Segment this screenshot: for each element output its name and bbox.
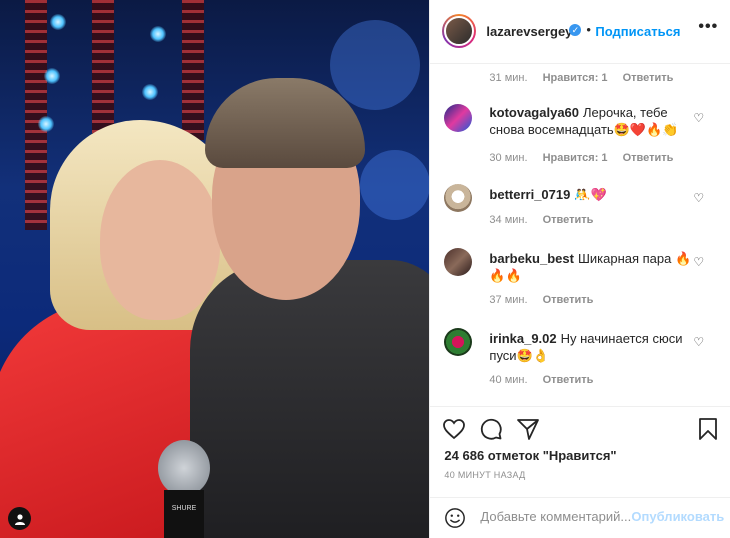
stage-light: [142, 84, 158, 100]
background-bokeh: [360, 150, 430, 220]
stage-truss: [182, 0, 204, 140]
commenter-avatar[interactable]: [444, 104, 473, 132]
post-photo[interactable]: SHURE: [0, 0, 430, 538]
comment-time: 34 мин.: [489, 214, 528, 226]
microphone-brand: SHURE: [171, 505, 197, 512]
likes-count[interactable]: 24 686 отметок "Нравится": [444, 448, 616, 463]
microphone-handle: [164, 490, 204, 538]
man-suit: [190, 260, 430, 538]
stage-light: [150, 26, 166, 42]
comment-input[interactable]: Добавьте комментарий...: [480, 509, 631, 524]
like-comment-heart-icon[interactable]: ♡: [693, 336, 705, 348]
reply-button[interactable]: Ответить: [543, 214, 594, 226]
more-horizontal-icon[interactable]: •••: [698, 18, 718, 36]
comment-meta: 40 мин. Ответить: [489, 374, 605, 386]
comment-likes[interactable]: Нравится: 1: [543, 72, 608, 84]
publish-button[interactable]: Опубликовать: [631, 509, 724, 524]
post-sidebar: lazarevsergey ✓ • Подписаться ••• 31 мин…: [429, 0, 730, 538]
commenter-avatar[interactable]: [444, 184, 473, 212]
author-avatar[interactable]: [442, 14, 477, 48]
add-comment-bar: Добавьте комментарий... Опубликовать: [430, 497, 730, 538]
post-timestamp[interactable]: 40 МИНУТ НАЗАД: [444, 470, 525, 480]
commenter-avatar[interactable]: [444, 248, 473, 276]
comment-time: 40 мин.: [489, 374, 528, 386]
commenter-username[interactable]: betterri_0719: [489, 187, 570, 202]
like-comment-heart-icon[interactable]: ♡: [693, 192, 705, 204]
reply-button[interactable]: Ответить: [623, 152, 674, 164]
comment-meta: 30 мин. Нравится: 1 Ответить: [489, 152, 685, 164]
comment-meta: 34 мин. Ответить: [489, 214, 605, 226]
comment-time: 37 мин.: [489, 294, 528, 306]
reply-button[interactable]: Ответить: [623, 72, 674, 84]
woman-face: [100, 160, 220, 320]
emoji-smile-icon[interactable]: [444, 507, 466, 529]
user-icon: [14, 513, 25, 525]
reply-button[interactable]: Ответить: [543, 294, 594, 306]
comment-bubble-icon[interactable]: [479, 417, 503, 441]
separator-dot: •: [586, 22, 591, 37]
commenter-username[interactable]: kotovagalya60: [489, 105, 579, 120]
stage-truss: [25, 0, 47, 230]
stage-light: [38, 116, 54, 132]
like-comment-heart-icon[interactable]: ♡: [693, 112, 705, 124]
share-send-icon[interactable]: [516, 417, 540, 441]
microphone: [158, 440, 210, 496]
comment-text: 🤼💖: [574, 187, 607, 202]
post-header: lazarevsergey ✓ • Подписаться •••: [430, 0, 730, 64]
commenter-username[interactable]: barbeku_best: [489, 251, 574, 266]
post-actions: 24 686 отметок "Нравится" 40 МИНУТ НАЗАД…: [430, 406, 730, 537]
follow-button[interactable]: Подписаться: [595, 24, 680, 39]
comments-list[interactable]: 31 мин. Нравится: 1 Ответить kotovagalya…: [430, 64, 730, 404]
comment-likes[interactable]: Нравится: 1: [543, 152, 608, 164]
instagram-post: SHURE lazarevsergey ✓ • Подписаться ••• …: [0, 0, 730, 538]
like-comment-heart-icon[interactable]: ♡: [693, 256, 705, 268]
stage-light: [44, 68, 60, 84]
tagged-users-button[interactable]: [8, 507, 31, 530]
comment-meta: 31 мин. Нравится: 1 Ответить: [489, 72, 685, 84]
commenter-avatar[interactable]: [444, 328, 473, 356]
verified-badge-icon: ✓: [569, 24, 582, 36]
stage-light: [50, 14, 66, 30]
comment-time: 30 мин.: [489, 152, 528, 164]
background-bokeh: [330, 20, 420, 110]
comment-time: 31 мин.: [489, 72, 528, 84]
comment-meta: 37 мин. Ответить: [489, 294, 605, 306]
save-bookmark-icon[interactable]: [696, 417, 720, 441]
commenter-username[interactable]: irinka_9.02: [489, 331, 556, 346]
reply-button[interactable]: Ответить: [543, 374, 594, 386]
author-username[interactable]: lazarevsergey: [486, 24, 572, 39]
like-heart-icon[interactable]: [442, 417, 466, 441]
